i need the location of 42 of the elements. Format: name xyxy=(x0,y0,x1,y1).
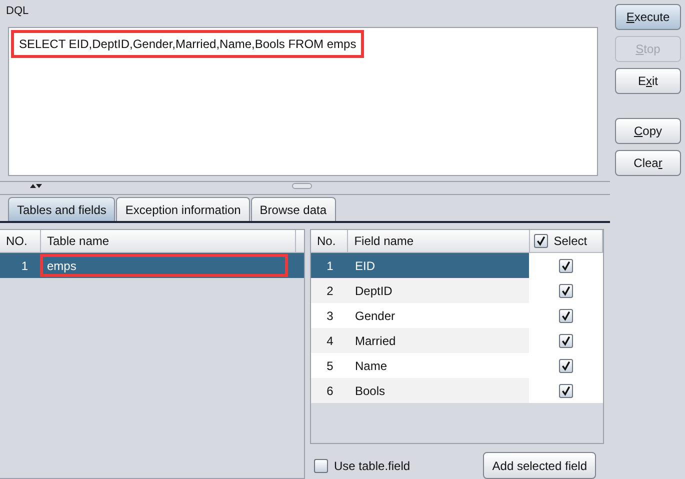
select-checkbox[interactable] xyxy=(559,284,573,298)
table-cell: 1 xyxy=(311,253,349,278)
table-cell-text: 5 xyxy=(326,358,334,374)
table-cell: Bools xyxy=(349,378,529,403)
table-cell: Married xyxy=(349,328,529,353)
toolbar-button[interactable]: Exit xyxy=(615,68,681,94)
select-checkbox[interactable] xyxy=(559,258,573,272)
column-header[interactable]: Select xyxy=(554,234,588,248)
column-header[interactable]: Table name xyxy=(41,230,296,252)
table-cell: 2 xyxy=(311,278,349,303)
editor-label: DQL xyxy=(5,4,30,19)
select-checkbox[interactable] xyxy=(559,308,573,322)
add-selected-field-button[interactable]: Add selected field xyxy=(483,452,596,479)
select-checkbox[interactable] xyxy=(559,384,573,398)
query-text: SELECT EID,DeptID,Gender,Married,Name,Bools FROM emps xyxy=(12,31,364,58)
query-editor[interactable]: SELECT EID,DeptID,Gender,Married,Name,Bools FROM emps xyxy=(8,27,598,176)
select-checkbox[interactable] xyxy=(559,334,573,348)
table-cell-text: 1 xyxy=(20,258,29,274)
table-cell: DeptID xyxy=(349,278,529,303)
tab[interactable]: Tables and fields xyxy=(8,197,116,221)
column-header[interactable]: NO. xyxy=(0,230,41,252)
table-cell: EID xyxy=(349,253,529,278)
select-checkbox[interactable] xyxy=(559,358,573,372)
select-all-checkbox[interactable] xyxy=(534,234,548,248)
table-cell-text: Gender xyxy=(354,308,396,324)
table-cell: 4 xyxy=(311,328,349,353)
use-table-field-label: Use table.field xyxy=(334,458,410,472)
column-header[interactable]: No. xyxy=(311,230,348,252)
table-cell-text: Name xyxy=(354,358,388,374)
table-cell: 6 xyxy=(311,378,349,403)
collapse-arrows-icon[interactable] xyxy=(30,182,42,189)
toolbar-button[interactable]: Copy xyxy=(615,118,681,144)
toolbar-button[interactable]: Execute xyxy=(615,4,681,30)
use-table-field-checkbox[interactable] xyxy=(314,458,328,472)
table-cell: emps xyxy=(40,254,288,277)
tab[interactable]: Browse data xyxy=(250,197,336,221)
table-row[interactable]: 1 emps xyxy=(0,253,304,278)
toolbar-button[interactable]: Clear xyxy=(615,150,681,176)
tab[interactable]: Exception information xyxy=(116,197,250,221)
column-header[interactable]: Field name xyxy=(348,230,530,252)
splitter-handle[interactable] xyxy=(292,182,312,189)
table-cell-text: 3 xyxy=(326,308,334,324)
